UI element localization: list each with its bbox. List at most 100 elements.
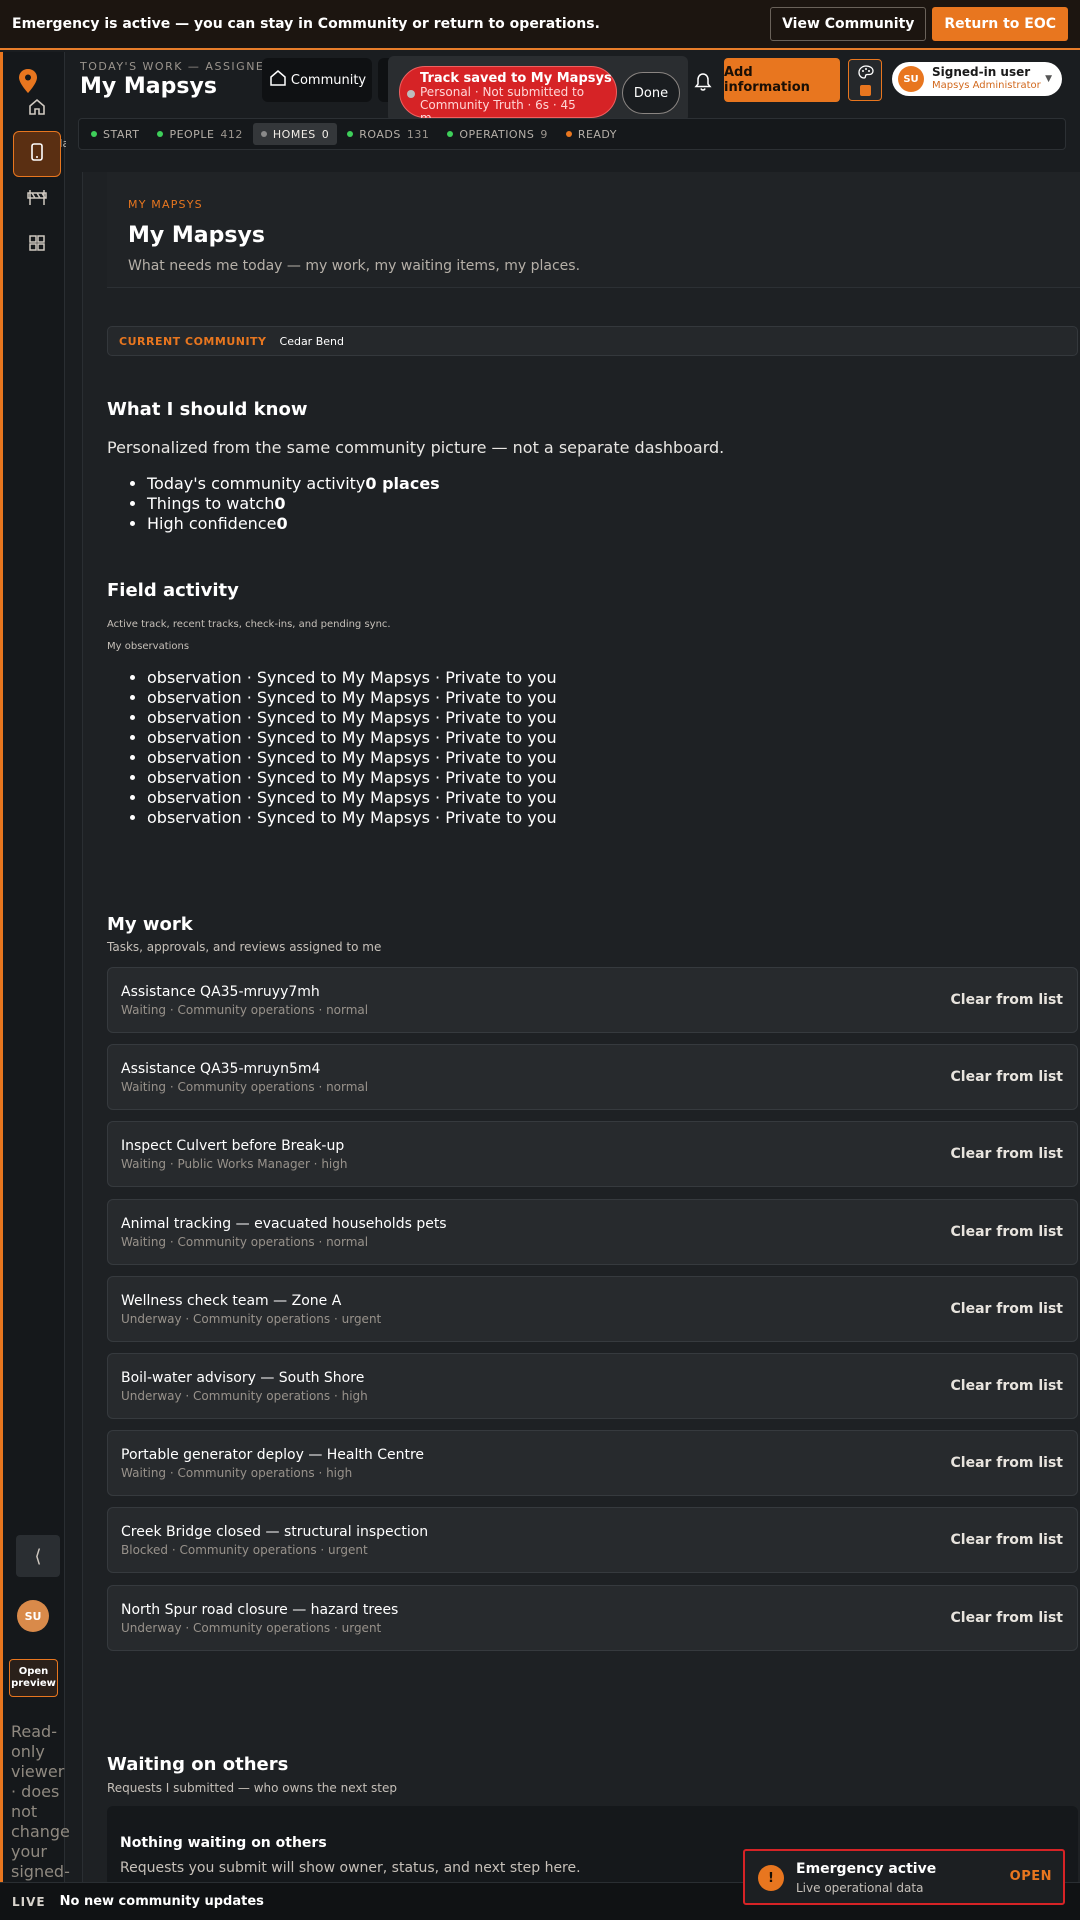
observations-list: observation · Synced to My Mapsys · Priv… xyxy=(147,668,557,828)
work-item-meta: Underway · Community operations · urgent xyxy=(121,1620,382,1635)
clear-from-list-button[interactable]: Clear from list xyxy=(951,1301,1064,1317)
add-information-button[interactable]: Add information xyxy=(724,58,840,102)
sidebar-item-roads[interactable] xyxy=(13,176,61,222)
read-only-note: Read-only viewer · does not change your … xyxy=(11,1722,70,1901)
emergency-banner: Emergency is active — you can stay in Co… xyxy=(0,0,1080,50)
clear-from-list-button[interactable]: Clear from list xyxy=(951,1455,1064,1471)
clear-from-list-button[interactable]: Clear from list xyxy=(951,1146,1064,1162)
stage-label: OPERATIONS xyxy=(459,127,535,141)
stage-start[interactable]: START xyxy=(83,123,147,145)
done-button[interactable]: Done xyxy=(622,72,680,114)
bell-icon xyxy=(694,72,712,96)
community-switch-button[interactable]: Community xyxy=(262,58,372,102)
my-work-title: My work xyxy=(107,914,193,935)
work-item-meta: Underway · Community operations · high xyxy=(121,1389,368,1403)
work-item-title: North Spur road closure — hazard trees xyxy=(121,1601,399,1618)
track-status-dot xyxy=(407,90,415,98)
work-item-meta: Underway · Community operations · urgent xyxy=(121,1311,382,1326)
observation-item: observation · Synced to My Mapsys · Priv… xyxy=(147,748,557,768)
clear-from-list-button[interactable]: Clear from list xyxy=(951,992,1064,1008)
work-item-title: Assistance QA35-mruyy7mh xyxy=(121,984,320,1000)
palette-icon xyxy=(857,64,875,86)
grid-icon xyxy=(27,233,47,257)
sidebar: Ma ⟨ SU Open preview Read-only viewer · … xyxy=(3,52,70,1901)
work-item[interactable]: North Spur road closure — hazard trees Un… xyxy=(107,1584,1078,1651)
stage-operations[interactable]: OPERATIONS 9 xyxy=(439,123,555,145)
know-description: Personalized from the same community pic… xyxy=(107,438,725,457)
live-tag: LIVE xyxy=(12,1894,46,1909)
current-community-label: CURRENT COMMUNITY xyxy=(119,334,267,348)
know-list: Today's community activity0 places Thing… xyxy=(147,474,440,534)
work-item[interactable]: Assistance QA35-mruyn5m4 Waiting · Commun… xyxy=(107,1044,1078,1111)
stage-bar: START PEOPLE 412 HOMES 0 ROADS 131 OPERATIONS 9 R… xyxy=(78,118,1066,150)
stage-status-dot xyxy=(157,131,164,137)
track-title: Track saved to My Mapsys xyxy=(420,71,612,86)
my-work-subtitle: Tasks, approvals, and reviews assigned t… xyxy=(107,940,382,954)
know-title: What I should know xyxy=(107,399,308,420)
stage-label: READY xyxy=(577,127,618,141)
work-item[interactable]: Wellness check team — Zone A Underway · C… xyxy=(107,1275,1078,1342)
stage-homes[interactable]: HOMES 0 xyxy=(252,123,338,145)
stage-status-dot xyxy=(91,131,97,137)
work-item[interactable]: Boil-water advisory — South Shore Underwa… xyxy=(107,1353,1078,1419)
emergency-banner-text: Emergency is active — you can stay in Co… xyxy=(12,16,600,32)
view-community-button[interactable]: View Community xyxy=(770,7,927,41)
stage-people[interactable]: PEOPLE 412 xyxy=(149,123,250,145)
stage-count: 412 xyxy=(220,127,243,141)
clear-from-list-button[interactable]: Clear from list xyxy=(951,1224,1064,1240)
toast-open-button[interactable]: OPEN xyxy=(1010,1869,1052,1884)
work-item-title: Portable generator deploy — Health Centr… xyxy=(121,1447,425,1464)
stage-status-dot xyxy=(260,131,267,137)
notifications-button[interactable] xyxy=(688,67,718,101)
stage-label: START xyxy=(103,127,140,141)
work-item[interactable]: Inspect Culvert before Break-up Waiting ·… xyxy=(107,1121,1078,1188)
avatar[interactable]: SU xyxy=(17,1600,49,1632)
stage-roads[interactable]: ROADS 131 xyxy=(339,123,437,145)
field-activity-description: Active track, recent tracks, check-ins, … xyxy=(107,619,391,630)
observation-item: observation · Synced to My Mapsys · Priv… xyxy=(147,768,557,788)
road-barrier-icon xyxy=(26,187,48,211)
page-title: My Mapsys xyxy=(128,223,265,248)
stage-count: 131 xyxy=(406,127,430,141)
open-preview-button[interactable]: Open preview xyxy=(9,1659,58,1697)
work-item-meta: Waiting · Community operations · normal xyxy=(121,1003,369,1017)
work-item[interactable]: Animal tracking — evacuated households p… xyxy=(107,1198,1078,1265)
sidebar-item-my-mapsys[interactable] xyxy=(13,131,61,177)
sidebar-item-home[interactable] xyxy=(13,86,61,132)
waiting-empty-title: Nothing waiting on others xyxy=(120,1835,327,1851)
list-item: Things to watch0 xyxy=(147,494,440,514)
sidebar-item-dashboard[interactable] xyxy=(13,222,61,268)
track-saved-pill[interactable]: Track saved to My Mapsys Personal · Not … xyxy=(399,66,617,125)
app-title: My Mapsys xyxy=(80,74,217,99)
stage-status-dot xyxy=(347,131,354,137)
work-item[interactable]: Portable generator deploy — Health Centr… xyxy=(107,1430,1078,1497)
stage-ready[interactable]: READY xyxy=(558,123,625,145)
user-role: Mapsys Administrator xyxy=(932,80,1041,91)
return-to-eoc-button[interactable]: Return to EOC xyxy=(932,7,1068,41)
observation-item: observation · Synced to My Mapsys · Priv… xyxy=(147,708,557,728)
list-item: High confidence0 xyxy=(147,514,440,534)
toast-subtitle: Live operational data xyxy=(796,1881,924,1895)
emergency-toast[interactable]: ! Emergency active Live operational data… xyxy=(743,1849,1065,1905)
theme-button[interactable] xyxy=(848,59,882,101)
observation-item: observation · Synced to My Mapsys · Priv… xyxy=(147,668,557,688)
clear-from-list-button[interactable]: Clear from list xyxy=(951,1610,1064,1626)
observations-label: My observations xyxy=(107,641,190,652)
stage-label: HOMES xyxy=(272,127,316,141)
user-menu[interactable]: SU Signed-in user Mapsys Administrator ▼ xyxy=(892,62,1062,96)
waiting-title: Waiting on others xyxy=(107,1754,289,1775)
observation-item: observation · Synced to My Mapsys · Priv… xyxy=(147,728,557,748)
stage-count: 0 xyxy=(321,127,330,141)
collapse-sidebar-button[interactable]: ⟨ xyxy=(16,1535,60,1577)
clear-from-list-button[interactable]: Clear from list xyxy=(951,1378,1064,1394)
clear-from-list-button[interactable]: Clear from list xyxy=(951,1069,1064,1085)
clear-from-list-button[interactable]: Clear from list xyxy=(951,1532,1064,1548)
work-item[interactable]: Creek Bridge closed — structural inspect… xyxy=(107,1507,1078,1574)
stage-count: 9 xyxy=(540,127,548,141)
observation-item: observation · Synced to My Mapsys · Priv… xyxy=(147,688,557,708)
work-item-meta: Waiting · Community operations · high xyxy=(121,1466,353,1481)
community-switch-label: Community xyxy=(290,72,367,88)
chevron-down-icon: ▼ xyxy=(1045,74,1052,84)
page-eyebrow: MY MAPSYS xyxy=(128,198,203,211)
work-item[interactable]: Assistance QA35-mruyy7mh Waiting · Commun… xyxy=(107,967,1078,1033)
